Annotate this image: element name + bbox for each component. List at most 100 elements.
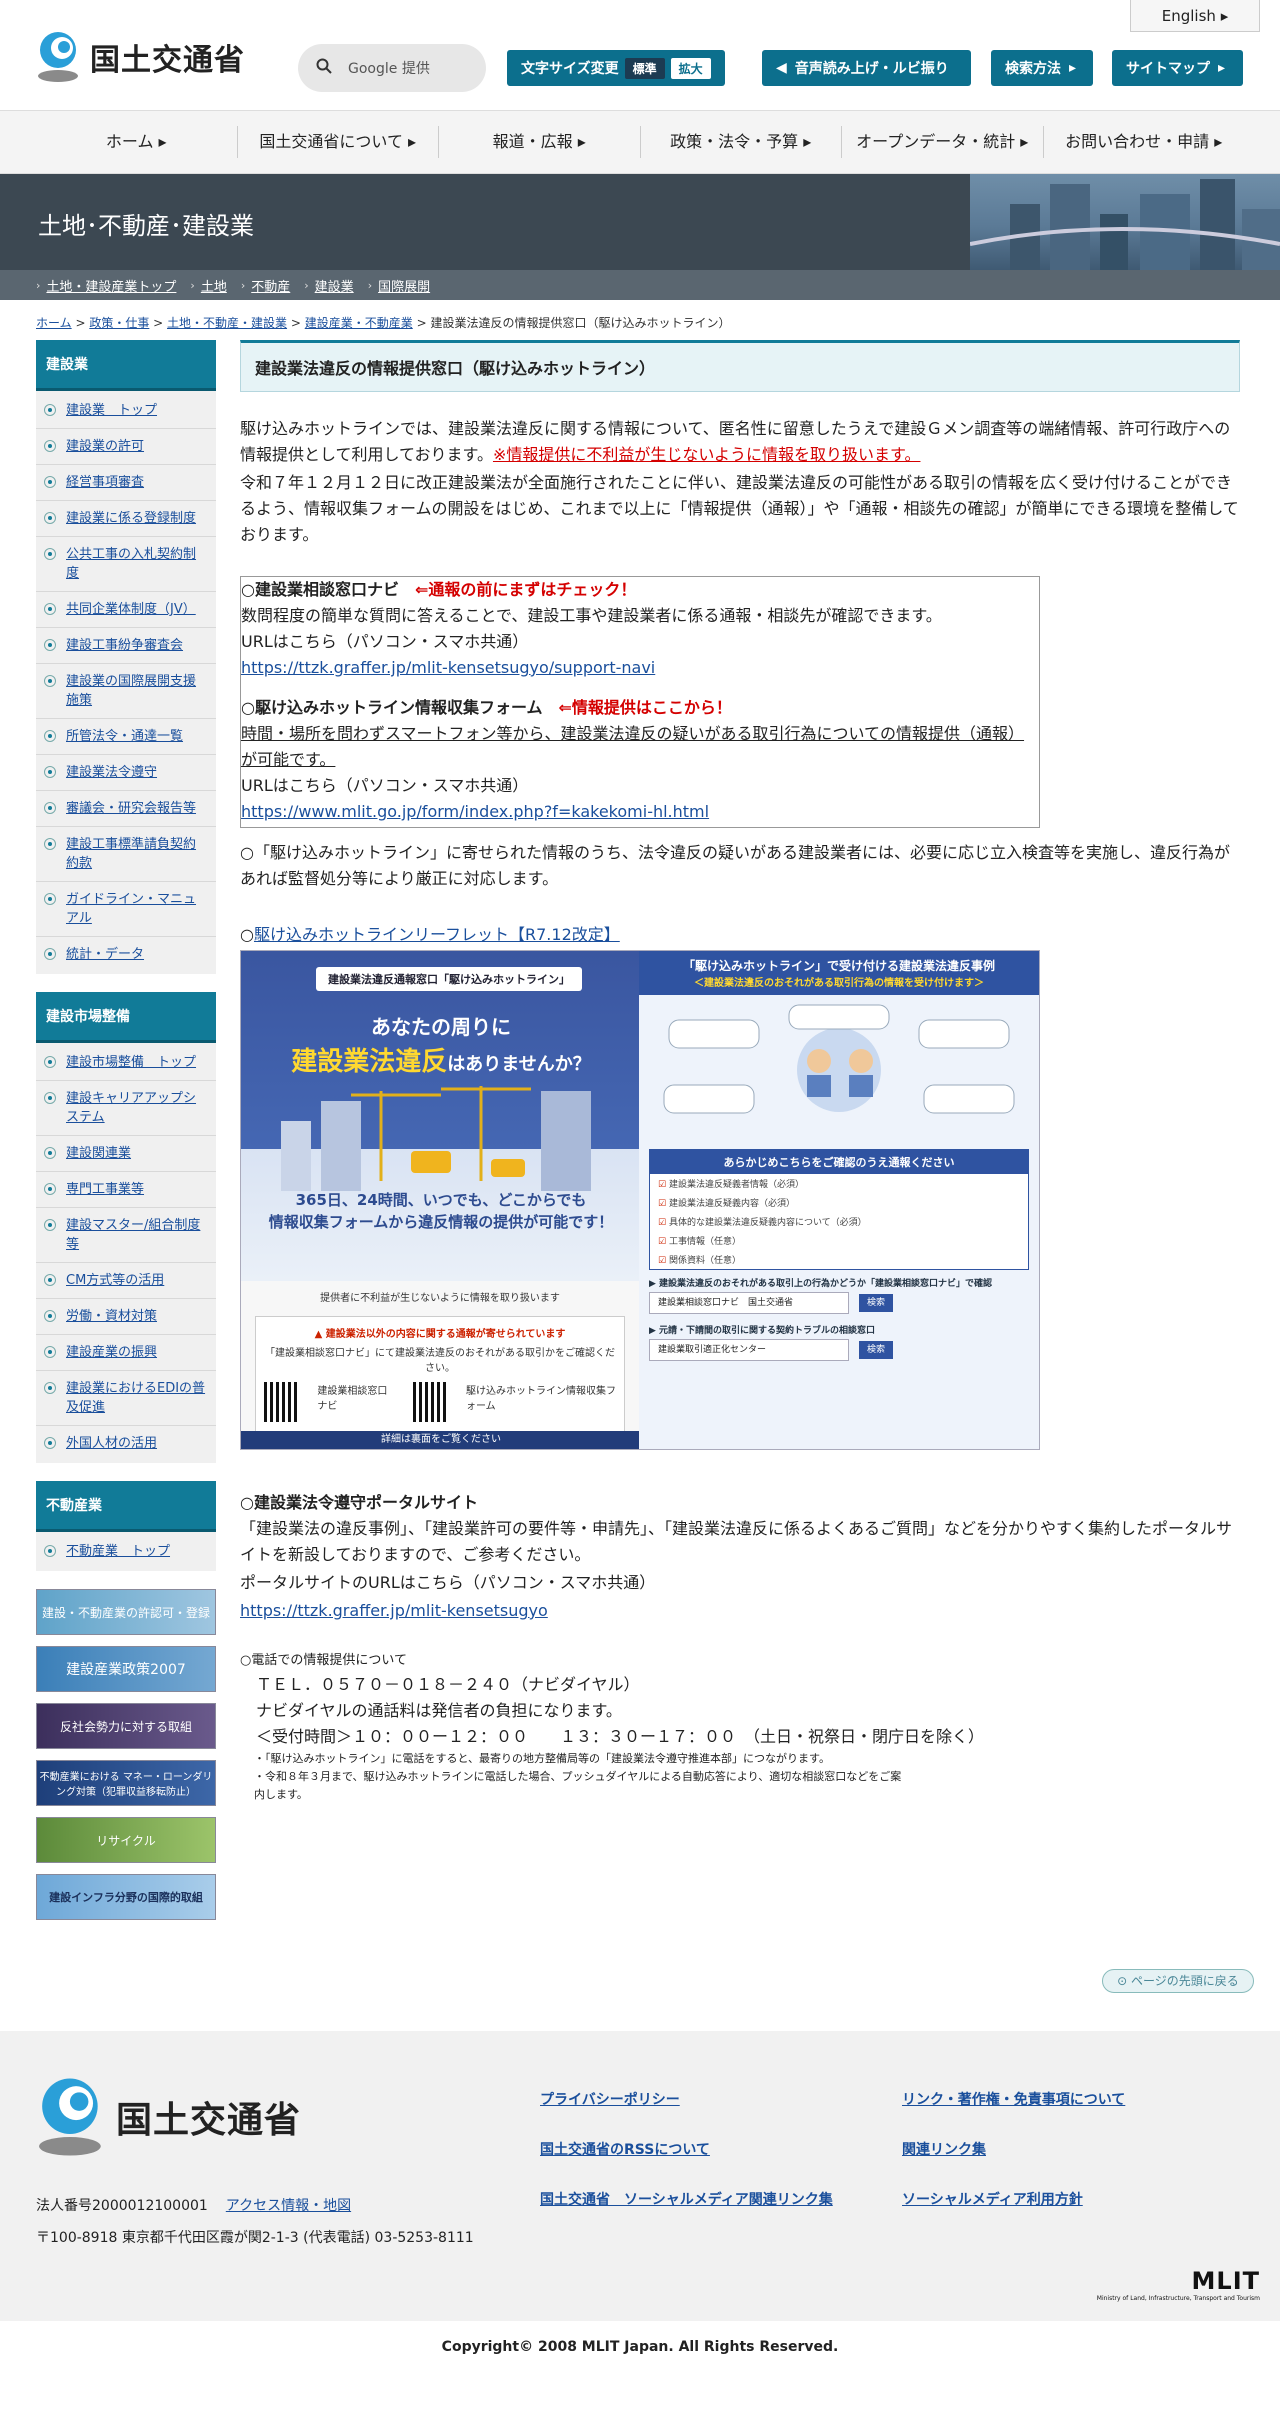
sidebar-item[interactable]: 建設業の国際展開支援施策 xyxy=(36,664,216,719)
footer-link[interactable]: プライバシーポリシー xyxy=(540,2089,902,2109)
portal-link[interactable]: https://ttzk.graffer.jp/mlit-kensetsugyo xyxy=(240,1601,548,1620)
sidebar-item[interactable]: 所管法令・通達一覧 xyxy=(36,719,216,755)
footer-link[interactable]: 国土交通省 ソーシャルメディア関連リンク集 xyxy=(540,2189,902,2209)
sidebar-item[interactable]: 建設業に係る登録制度 xyxy=(36,501,216,537)
sidebar-link[interactable]: 所管法令・通達一覧 xyxy=(66,727,183,746)
access-link[interactable]: アクセス情報・地図 xyxy=(226,2198,351,2214)
footer-link[interactable]: 関連リンク集 xyxy=(902,2139,1140,2159)
sitemap-button[interactable]: サイトマップ ▸ xyxy=(1112,50,1243,86)
leaflet-link[interactable]: 駆け込みホットラインリーフレット【R7.12改定】 xyxy=(254,925,620,944)
sidebar-item[interactable]: 外国人材の活用 xyxy=(36,1426,216,1461)
sidebar-link[interactable]: 専門工事業等 xyxy=(66,1180,144,1199)
sidebar-item[interactable]: 建設産業の振興 xyxy=(36,1335,216,1371)
sidebar-item[interactable]: 公共工事の入札契約制度 xyxy=(36,537,216,592)
leaflet-info-line-1: 365日、24時間、いつでも、どこからでも xyxy=(295,1191,587,1209)
sidebar-item[interactable]: 建設工事紛争審査会 xyxy=(36,628,216,664)
banner-anti-social[interactable]: 反社会勢力に対する取組 xyxy=(36,1703,216,1749)
sidebar-item[interactable]: CM方式等の活用 xyxy=(36,1263,216,1299)
sidebar-link[interactable]: 建設マスター/組合制度等 xyxy=(66,1216,208,1254)
back-to-top-button[interactable]: ⊙ ページの先頭に戻る xyxy=(1102,1969,1254,1993)
sidebar-link[interactable]: 建設業の許可 xyxy=(66,437,144,456)
sidebar-item[interactable]: 建設業 トップ xyxy=(36,393,216,429)
sidebar-item[interactable]: 建設業の許可 xyxy=(36,429,216,465)
sidebar-item[interactable]: 建設市場整備 トップ xyxy=(36,1045,216,1081)
gnav-item[interactable]: 報道・広報 ▸ xyxy=(439,126,641,158)
breadcrumb-link[interactable]: 建設産業・不動産業 xyxy=(305,316,413,330)
gnav-label: 国土交通省について xyxy=(259,132,403,151)
footer-link[interactable]: リンク・著作権・免責事項について xyxy=(902,2089,1140,2109)
sidebar-link[interactable]: 建設市場整備 トップ xyxy=(66,1053,196,1072)
navi-link[interactable]: https://ttzk.graffer.jp/mlit-kensetsugyo… xyxy=(241,658,655,677)
sidebar-link[interactable]: 共同企業体制度（JV） xyxy=(66,600,196,619)
english-button[interactable]: English ▸ xyxy=(1130,0,1260,32)
subnav-link[interactable]: 不動産 xyxy=(251,276,290,295)
banner-money-laundering[interactable]: 不動産業における マネー・ローンダリング対策（犯罪収益移転防止） xyxy=(36,1760,216,1806)
subnav-link[interactable]: 建設業 xyxy=(315,276,354,295)
footer-link[interactable]: 国土交通省のRSSについて xyxy=(540,2139,902,2159)
breadcrumb-link[interactable]: ホーム xyxy=(36,316,72,330)
sidebar-construction: 建設業 建設業 トップ 建設業の許可 経営事項審査 建設業に係る登録制度 公共工事の入札… xyxy=(36,340,216,974)
search-method-button[interactable]: 検索方法 ▸ xyxy=(991,50,1093,86)
sidebar-item[interactable]: 経営事項審査 xyxy=(36,465,216,501)
gnav-item[interactable]: オープンデータ・統計 ▸ xyxy=(842,126,1044,158)
sidebar-item[interactable]: 建設工事標準請負契約約款 xyxy=(36,827,216,882)
leaflet-back-title: 「駆け込みホットライン」で受け付ける建設業法違反事例 xyxy=(682,959,995,973)
sidebar-link[interactable]: 建設業におけるEDIの普及促進 xyxy=(66,1379,208,1417)
sidebar-link[interactable]: 不動産業 トップ xyxy=(66,1542,170,1561)
banner-recycle[interactable]: リサイクル xyxy=(36,1817,216,1863)
sidebar-item[interactable]: 統計・データ xyxy=(36,937,216,972)
subnav-link[interactable]: 国際展開 xyxy=(378,276,430,295)
footer-logo[interactable]: 国土交通省 xyxy=(36,2075,301,2159)
font-large-button[interactable]: 拡大 xyxy=(670,57,711,79)
privacy-note: ※情報提供に不利益が生じないように情報を取り扱います。 xyxy=(492,445,921,464)
gnav-item[interactable]: 政策・法令・予算 ▸ xyxy=(641,126,842,158)
sidebar-item[interactable]: 共同企業体制度（JV） xyxy=(36,592,216,628)
sidebar-item[interactable]: ガイドライン・マニュアル xyxy=(36,882,216,937)
sidebar-link[interactable]: 審議会・研究会報告等 xyxy=(66,799,196,818)
search-icon[interactable] xyxy=(316,58,332,78)
search-method-label: 検索方法 xyxy=(1005,61,1061,77)
sidebar-link[interactable]: 建設関連業 xyxy=(66,1144,131,1163)
sidebar-link[interactable]: 建設キャリアアップシステム xyxy=(66,1089,208,1127)
banner-policy-2007[interactable]: 建設産業政策2007 xyxy=(36,1646,216,1692)
sidebar-item[interactable]: 建設マスター/組合制度等 xyxy=(36,1208,216,1263)
sidebar-item[interactable]: 労働・資材対策 xyxy=(36,1299,216,1335)
footer-link[interactable]: ソーシャルメディア利用方針 xyxy=(902,2189,1140,2209)
form-link[interactable]: https://www.mlit.go.jp/form/index.php?f=… xyxy=(241,802,709,821)
sidebar-link[interactable]: 労働・資材対策 xyxy=(66,1307,157,1326)
gnav-item[interactable]: お問い合わせ・申請 ▸ xyxy=(1044,126,1245,158)
breadcrumb-link[interactable]: 政策・仕事 xyxy=(89,316,149,330)
sidebar-item[interactable]: 審議会・研究会報告等 xyxy=(36,791,216,827)
sidebar-item[interactable]: 建設キャリアアップシステム xyxy=(36,1081,216,1136)
sidebar-item[interactable]: 建設業法令遵守 xyxy=(36,755,216,791)
leaflet-image[interactable]: 建設業法違反通報窓口「駆け込みホットライン」 あなたの周りに 建設業法違反はあり… xyxy=(240,950,1040,1450)
breadcrumb-link[interactable]: 土地・不動産・建設業 xyxy=(167,316,287,330)
sidebar-link[interactable]: 建設産業の振興 xyxy=(66,1343,157,1362)
sidebar-link[interactable]: 公共工事の入札契約制度 xyxy=(66,545,208,583)
sidebar-link[interactable]: 建設工事紛争審査会 xyxy=(66,636,183,655)
subnav-link[interactable]: 土地・建設産業トップ xyxy=(46,276,176,295)
gnav-item[interactable]: ホーム ▸ xyxy=(36,126,238,158)
gnav-item[interactable]: 国土交通省について ▸ xyxy=(238,126,439,158)
site-logo[interactable]: 国土交通省 xyxy=(36,30,245,84)
sidebar-link[interactable]: ガイドライン・マニュアル xyxy=(66,890,208,928)
banner-permits[interactable]: 建設・不動産業の許認可・登録 xyxy=(36,1589,216,1635)
sidebar-item[interactable]: 建設業におけるEDIの普及促進 xyxy=(36,1371,216,1426)
font-standard-button[interactable]: 標準 xyxy=(624,57,665,79)
sidebar-item[interactable]: 建設関連業 xyxy=(36,1136,216,1172)
sidebar-link[interactable]: CM方式等の活用 xyxy=(66,1271,164,1290)
sidebar-link[interactable]: 建設業法令遵守 xyxy=(66,763,157,782)
search-box[interactable]: Google 提供 xyxy=(298,44,486,92)
sidebar-item[interactable]: 不動産業 トップ xyxy=(36,1534,216,1569)
sidebar-link[interactable]: 建設業に係る登録制度 xyxy=(66,509,196,528)
sidebar-link[interactable]: 建設工事標準請負契約約款 xyxy=(66,835,208,873)
sidebar-link[interactable]: 経営事項審査 xyxy=(66,473,144,492)
sidebar-link[interactable]: 建設業 トップ xyxy=(66,401,157,420)
subnav-link[interactable]: 土地 xyxy=(201,276,227,295)
sidebar-link[interactable]: 建設業の国際展開支援施策 xyxy=(66,672,208,710)
sidebar-link[interactable]: 統計・データ xyxy=(66,945,144,964)
sidebar-item[interactable]: 専門工事業等 xyxy=(36,1172,216,1208)
voice-button[interactable]: ◀ 音声読み上げ・ルビ振り xyxy=(762,50,971,86)
sidebar-link[interactable]: 外国人材の活用 xyxy=(66,1434,157,1453)
banner-international[interactable]: 建設インフラ分野の国際的取組 xyxy=(36,1874,216,1920)
